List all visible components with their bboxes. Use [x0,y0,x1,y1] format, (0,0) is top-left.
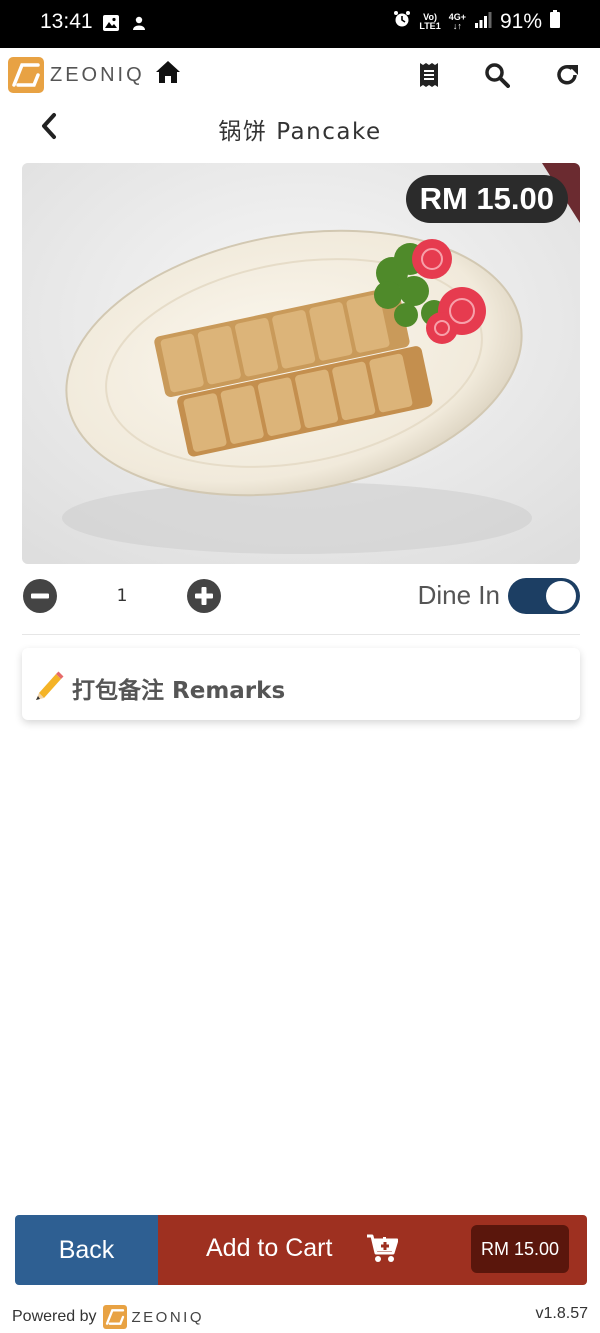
zeoniq-logo[interactable]: ZEONIQ [8,57,145,93]
quantity-value: 1 [116,586,128,606]
product-image: RM 15.00 [22,163,580,564]
decrease-quantity-button[interactable] [22,578,58,618]
footer: Powered by ZEONIQ v1.8.57 [0,1300,600,1330]
volte-indicator: Vo) LTE1 [419,12,441,31]
receipt-icon[interactable] [418,62,440,92]
app-version: v1.8.57 [535,1305,588,1322]
divider [22,634,580,635]
home-icon[interactable] [155,60,181,88]
signal-icon [474,10,492,34]
dine-in-label: Dine In [417,580,500,610]
battery-level: 91% [499,10,542,33]
plus-circle-icon [187,579,221,613]
search-icon[interactable] [484,62,510,92]
battery-icon [550,10,560,34]
price-badge: RM 15.00 [405,175,568,223]
dine-in-toggle[interactable] [508,578,580,614]
add-to-cart-label: Add to Cart [206,1234,333,1262]
bottom-action-bar: Back Add to Cart RM 15.00 [15,1215,587,1285]
gallery-icon [102,14,120,36]
zeoniq-logo-mark [8,57,44,93]
pancake-photo [22,163,580,564]
remarks-card[interactable]: 打包备注 Remarks [22,648,580,720]
quantity-row: 1 Dine In [22,576,580,616]
refresh-icon[interactable] [554,62,580,92]
toggle-knob [546,581,576,611]
app-header: ZEONIQ [0,48,600,104]
increase-quantity-button[interactable] [186,578,222,618]
footer-logo-mark [102,1305,127,1329]
remarks-label: 打包备注 Remarks [72,678,286,704]
page-title: 锅饼 Pancake [218,119,382,145]
cart-plus-icon [366,1233,399,1267]
network-type-indicator: 4G+ ↓↑ [448,12,466,31]
status-time: 13:41 [40,10,93,33]
add-to-cart-button[interactable]: Add to Cart RM 15.00 [158,1215,587,1285]
back-button[interactable]: Back [15,1215,158,1285]
powered-by: Powered by ZEONIQ [12,1305,204,1329]
notification-icon [130,14,148,36]
footer-logo-text: ZEONIQ [131,1308,205,1326]
minus-circle-icon [23,579,57,613]
cart-total-badge: RM 15.00 [470,1225,569,1273]
powered-by-label: Powered by [12,1308,97,1325]
title-row: 锅饼 Pancake [0,104,600,148]
alarm-icon [393,10,411,34]
status-bar: 13:41 Vo) LTE1 4G+ ↓↑ 91% [0,0,600,48]
logo-text: ZEONIQ [50,63,145,86]
pencil-icon [34,668,66,704]
